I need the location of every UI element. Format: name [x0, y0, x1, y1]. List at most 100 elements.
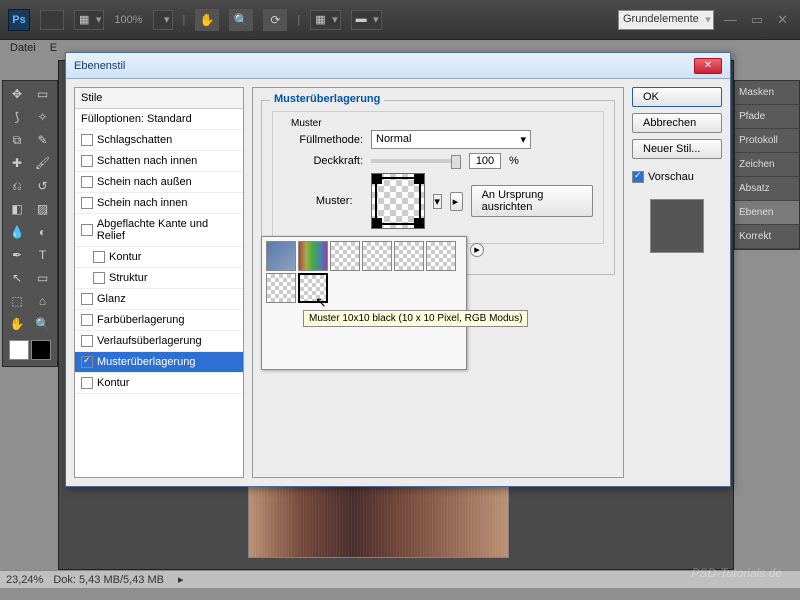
pattern-tooltip: Muster 10x10 black (10 x 10 Pixel, RGB M…: [303, 310, 528, 327]
view-dropdown[interactable]: ▦: [74, 10, 104, 30]
status-zoom[interactable]: 23,24%: [6, 574, 43, 586]
style-schein-innen[interactable]: Schein nach innen: [75, 193, 243, 214]
opacity-label: Deckkraft:: [283, 155, 363, 167]
style-schlagschatten[interactable]: Schlagschatten: [75, 130, 243, 151]
dialog-buttons: OK Abbrechen Neuer Stil... Vorschau: [632, 87, 722, 478]
eyedrop-tool[interactable]: ✎: [31, 129, 55, 151]
styles-header: Stile: [75, 88, 243, 109]
style-muster[interactable]: Musterüberlagerung: [75, 352, 243, 373]
dialog-titlebar: Ebenenstil ✕: [66, 53, 730, 79]
style-kontur[interactable]: Kontur: [75, 373, 243, 394]
screen-dropdown[interactable]: ▬: [351, 10, 382, 30]
panel-masks[interactable]: Masken: [735, 81, 799, 105]
pct-label: %: [509, 155, 519, 167]
panel-para[interactable]: Absatz: [735, 177, 799, 201]
history-tool[interactable]: ↺: [31, 175, 55, 197]
move-tool[interactable]: ✥: [5, 83, 29, 105]
tools-panel: ✥▭ ⟆✧ ⧉✎ ✚🖌 ⎌↺ ◧▨ 💧◐ ✒T ↖▭ ⬚⌂ ✋🔍: [2, 80, 58, 367]
eraser-tool[interactable]: ◧: [5, 198, 29, 220]
watermark: PSD-Tutorials.de: [692, 566, 782, 580]
lasso-tool[interactable]: ⟆: [5, 106, 29, 128]
pen-tool[interactable]: ✒: [5, 244, 29, 266]
zoom-dropdown[interactable]: [153, 10, 173, 30]
3d-tool[interactable]: ⬚: [5, 290, 29, 312]
fg-swatch[interactable]: [9, 340, 29, 360]
style-struktur[interactable]: Struktur: [75, 268, 243, 289]
menu-file[interactable]: Datei: [10, 42, 36, 58]
gradient-tool[interactable]: ▨: [31, 198, 55, 220]
group-title: Musterüberlagerung: [270, 93, 384, 105]
snap-origin-button[interactable]: An Ursprung ausrichten: [471, 185, 593, 217]
pattern-picker-popup: ▸: [261, 236, 467, 370]
pattern-swatch[interactable]: [330, 241, 360, 271]
panel-adjust[interactable]: Korrekt: [735, 225, 799, 249]
marquee-tool[interactable]: ▭: [31, 83, 55, 105]
preview-checkbox[interactable]: [632, 171, 644, 183]
layer-style-dialog: Ebenenstil ✕ Stile Fülloptionen: Standar…: [65, 52, 731, 487]
camera-tool[interactable]: ⌂: [31, 290, 55, 312]
panel-char[interactable]: Zeichen: [735, 153, 799, 177]
zoom-tool[interactable]: 🔍: [31, 313, 55, 335]
panel-paths[interactable]: Pfade: [735, 105, 799, 129]
close-icon[interactable]: ✕: [773, 12, 792, 28]
menu-edit[interactable]: E: [50, 42, 57, 58]
opacity-input[interactable]: 100: [469, 153, 501, 169]
brush-tool[interactable]: 🖌: [31, 152, 55, 174]
cancel-button[interactable]: Abbrechen: [632, 113, 722, 133]
bg-swatch[interactable]: [31, 340, 51, 360]
style-farb[interactable]: Farbüberlagerung: [75, 310, 243, 331]
dialog-title: Ebenenstil: [74, 60, 125, 72]
type-tool[interactable]: T: [31, 244, 55, 266]
app-icon: Ps: [8, 9, 30, 31]
pattern-swatch[interactable]: [298, 241, 328, 271]
style-schatten-innen[interactable]: Schatten nach innen: [75, 151, 243, 172]
bridge-button[interactable]: [40, 10, 64, 30]
pattern-swatch[interactable]: [266, 241, 296, 271]
pattern-preview[interactable]: [371, 173, 425, 229]
pattern-swatch[interactable]: [266, 273, 296, 303]
new-pattern-button[interactable]: ▸: [450, 192, 463, 211]
ok-button[interactable]: OK: [632, 87, 722, 107]
heal-tool[interactable]: ✚: [5, 152, 29, 174]
panel-history[interactable]: Protokoll: [735, 129, 799, 153]
shape-tool[interactable]: ▭: [31, 267, 55, 289]
style-glanz[interactable]: Glanz: [75, 289, 243, 310]
blend-label: Füllmethode:: [283, 134, 363, 146]
pattern-label: Muster:: [283, 195, 353, 207]
panel-layers[interactable]: Ebenen: [735, 201, 799, 225]
dodge-tool[interactable]: ◐: [31, 221, 55, 243]
path-tool[interactable]: ↖: [5, 267, 29, 289]
opacity-slider[interactable]: [371, 159, 461, 163]
new-style-button[interactable]: Neuer Stil...: [632, 139, 722, 159]
statusbar: 23,24% Dok: 5,43 MB/5,43 MB ▸: [0, 570, 800, 588]
fill-options[interactable]: Fülloptionen: Standard: [75, 109, 243, 130]
style-verlauf[interactable]: Verlaufsüberlagerung: [75, 331, 243, 352]
blend-dropdown[interactable]: Normal▾: [371, 130, 531, 149]
hand-tool[interactable]: ✋: [5, 313, 29, 335]
right-panels: Masken Pfade Protokoll Zeichen Absatz Eb…: [734, 80, 800, 250]
style-schein-aussen[interactable]: Schein nach außen: [75, 172, 243, 193]
rotate-icon[interactable]: ⟳: [263, 9, 287, 31]
pattern-swatch[interactable]: [362, 241, 392, 271]
pattern-swatch[interactable]: [426, 241, 456, 271]
zoom-icon[interactable]: 🔍: [229, 9, 253, 31]
restore-icon[interactable]: ▭: [747, 12, 767, 28]
pattern-swatch-selected[interactable]: [298, 273, 328, 303]
pattern-dropdown[interactable]: ▾: [433, 194, 442, 209]
arrange-dropdown[interactable]: ▦: [310, 10, 340, 30]
dialog-close-button[interactable]: ✕: [694, 58, 722, 74]
group-sub: Muster: [287, 118, 326, 129]
hand-icon[interactable]: ✋: [195, 9, 219, 31]
workspace-dropdown[interactable]: Grundelemente: [618, 10, 714, 30]
stamp-tool[interactable]: ⎌: [5, 175, 29, 197]
popup-menu-button[interactable]: ▸: [470, 243, 484, 257]
minimize-icon[interactable]: —: [720, 12, 741, 27]
style-bevel[interactable]: Abgeflachte Kante und Relief: [75, 214, 243, 247]
status-doc: Dok: 5,43 MB/5,43 MB: [53, 574, 164, 586]
wand-tool[interactable]: ✧: [31, 106, 55, 128]
style-kontur-sub[interactable]: Kontur: [75, 247, 243, 268]
app-topbar: Ps ▦ 100% | ✋ 🔍 ⟳ | ▦ ▬ Grundelemente — …: [0, 0, 800, 40]
crop-tool[interactable]: ⧉: [5, 129, 29, 151]
blur-tool[interactable]: 💧: [5, 221, 29, 243]
pattern-swatch[interactable]: [394, 241, 424, 271]
